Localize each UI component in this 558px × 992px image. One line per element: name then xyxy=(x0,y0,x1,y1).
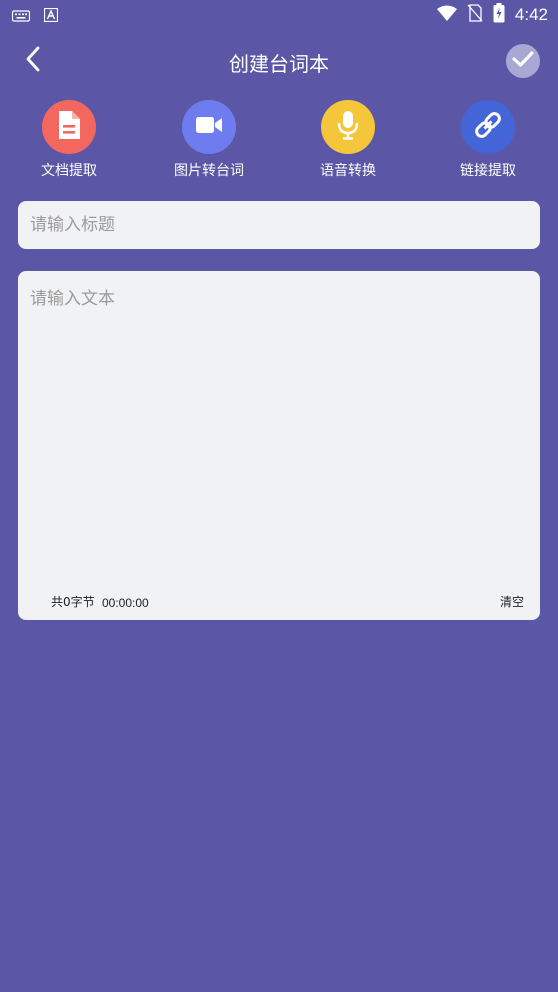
text-input-container: 共0字节 00:00:00 清空 xyxy=(18,271,540,620)
tool-document-extract[interactable]: 文档提取 xyxy=(14,100,124,180)
tool-label: 语音转换 xyxy=(320,163,376,179)
app-a-icon xyxy=(43,7,59,26)
tool-image-to-script[interactable]: 图片转台词 xyxy=(154,100,264,180)
battery-charging-icon xyxy=(493,3,505,27)
tool-row: 文档提取 图片转台词 语音转换 链接提取 xyxy=(0,100,558,182)
status-right-icons: 4:42 xyxy=(436,3,548,27)
wifi-icon xyxy=(436,5,457,25)
byte-count: 共0字节 xyxy=(51,595,95,609)
page-title: 创建台词本 xyxy=(229,52,329,76)
no-sim-icon xyxy=(467,4,483,26)
tool-label: 文档提取 xyxy=(41,163,97,179)
tool-link-extract[interactable]: 链接提取 xyxy=(433,100,543,180)
duration: 00:00:00 xyxy=(102,596,149,610)
tool-voice-convert[interactable]: 语音转换 xyxy=(293,100,403,180)
confirm-button[interactable] xyxy=(506,44,540,78)
title-input[interactable] xyxy=(18,201,540,249)
tool-label: 链接提取 xyxy=(460,163,516,179)
tool-icon-circle xyxy=(42,100,96,154)
status-bar: 4:42 xyxy=(0,0,558,30)
check-icon xyxy=(512,50,534,72)
microphone-icon xyxy=(337,110,359,144)
tool-icon-circle xyxy=(182,100,236,154)
text-input[interactable] xyxy=(18,271,540,581)
document-icon xyxy=(56,110,82,144)
header: 创建台词本 xyxy=(0,38,558,84)
keyboard-icon xyxy=(11,7,31,26)
tool-icon-circle xyxy=(461,100,515,154)
tool-icon-circle xyxy=(321,100,375,154)
link-icon xyxy=(473,110,503,144)
status-left-icons xyxy=(11,7,59,26)
clear-button[interactable]: 清空 xyxy=(500,593,524,610)
video-camera-icon xyxy=(195,115,223,139)
status-time: 4:42 xyxy=(514,5,548,24)
tool-label: 图片转台词 xyxy=(174,163,244,179)
